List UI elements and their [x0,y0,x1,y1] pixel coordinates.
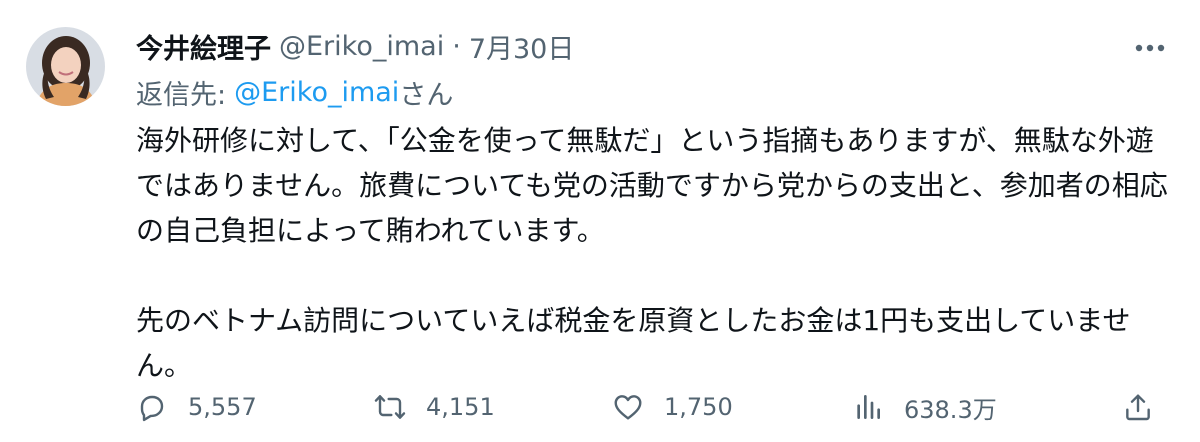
retweet-count: 4,151 [426,393,495,421]
more-icon [1135,44,1165,52]
avatar-image [26,27,105,106]
reply-icon [134,389,170,425]
avatar[interactable] [26,27,105,106]
tweet: 今井絵理子 @Eriko_imai · 7月30日 返信先: @Eriko_im… [0,0,1200,442]
handle[interactable]: @Eriko_imai [279,31,444,62]
reply-suffix: さん [399,79,454,111]
reply-button[interactable]: 5,557 [134,384,257,430]
heart-icon [610,389,646,425]
reply-count: 5,557 [188,393,257,421]
views-icon [850,389,886,425]
action-bar: 5,557 4,151 1,750 638.3万 [0,384,1200,430]
share-icon [1120,389,1156,425]
tweet-paragraph-2: 先のベトナム訪問についていえば税金を原資としたお金は1円も支出していません。 [136,304,1131,382]
reply-prefix: 返信先: [136,79,227,111]
reply-mention-link[interactable]: @Eriko_imai [234,77,399,108]
tweet-header: 今井絵理子 @Eriko_imai · 7月30日 [136,24,574,68]
display-name[interactable]: 今井絵理子 [136,27,271,66]
retweet-button[interactable]: 4,151 [372,384,495,430]
share-button[interactable] [1120,384,1156,430]
tweet-text: 海外研修に対して、「公金を使って無駄だ」という指摘もありますが、無駄な外遊ではあ… [136,118,1176,388]
tweet-date[interactable]: 7月30日 [469,27,575,66]
reply-context: 返信先: @Eriko_imai さん [136,72,453,112]
views-button[interactable]: 638.3万 [850,384,997,430]
like-count: 1,750 [664,393,733,421]
views-count: 638.3万 [904,395,997,424]
more-button[interactable] [1128,30,1172,66]
like-button[interactable]: 1,750 [610,384,733,430]
separator-dot: · [452,30,461,62]
retweet-icon [372,389,408,425]
tweet-paragraph-1: 海外研修に対して、「公金を使って無駄だ」という指摘もありますが、無駄な外遊ではあ… [136,124,1168,247]
